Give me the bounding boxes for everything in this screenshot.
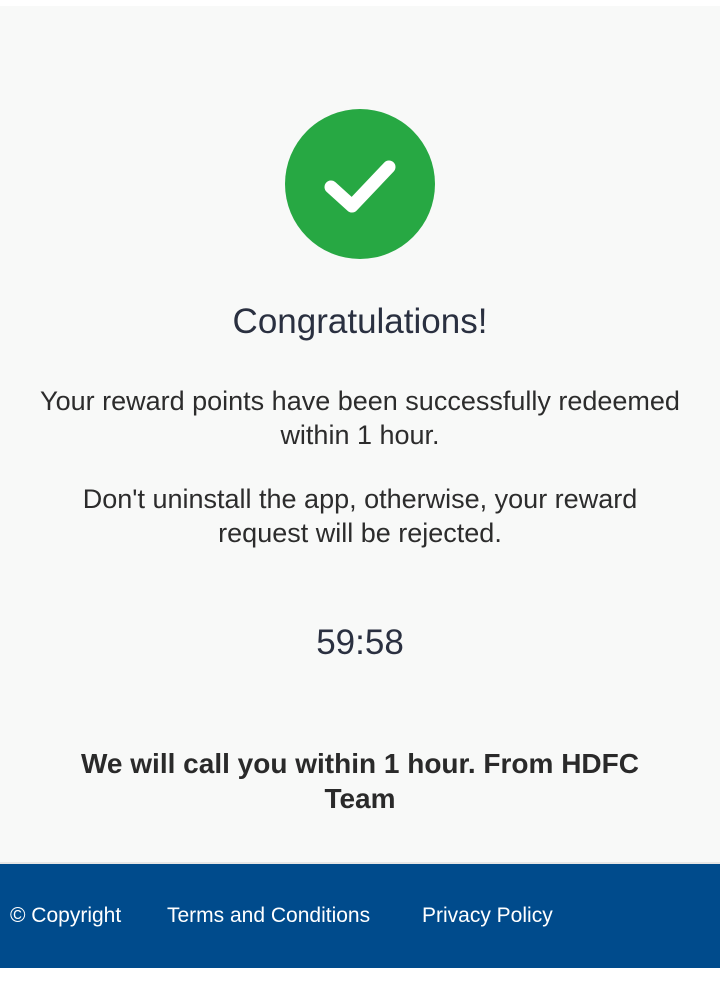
copyright-link[interactable]: © Copyright (10, 902, 121, 930)
warning-message: Don't uninstall the app, otherwise, your… (82, 484, 638, 548)
privacy-link[interactable]: Privacy Policy (422, 902, 553, 930)
checkmark-icon (324, 160, 396, 213)
call-notice: We will call you within 1 hour. From HDF… (81, 748, 639, 814)
countdown-timer: 59:58 (316, 623, 404, 662)
footer: © Copyright Terms and Conditions Privacy… (0, 864, 720, 968)
terms-link[interactable]: Terms and Conditions (167, 902, 370, 930)
confirmation-page: Congratulations! Your reward points have… (0, 6, 720, 864)
success-badge (285, 109, 435, 259)
redeemed-message: Your reward points have been successfull… (40, 386, 680, 450)
page-title: Congratulations! (232, 302, 488, 341)
